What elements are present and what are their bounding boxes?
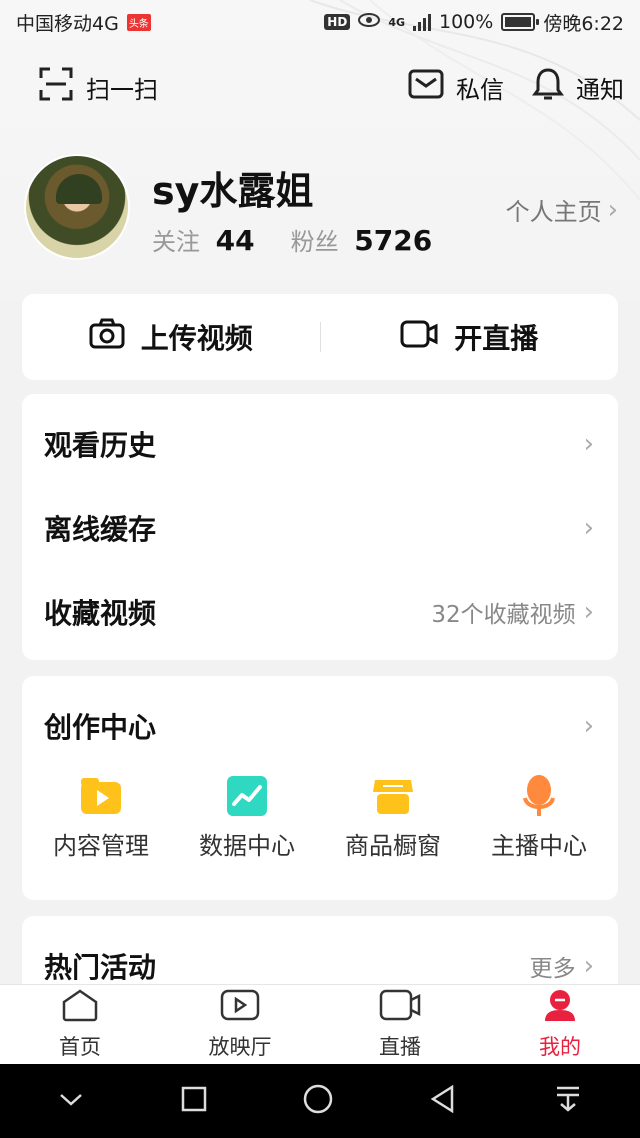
nav-label: 我的: [539, 1035, 581, 1059]
nav-home[interactable]: 首页: [20, 988, 140, 1061]
followers-stat[interactable]: 粉丝 5726: [291, 222, 433, 257]
mail-icon: [408, 69, 444, 105]
message-button[interactable]: 私信: [408, 66, 504, 108]
home-icon: [61, 988, 99, 1027]
user-name: sy水露姐: [152, 169, 314, 213]
carrier-badge: 头条: [126, 13, 151, 31]
nav-label: 直播: [379, 1035, 421, 1059]
hd-icon: HD: [324, 14, 351, 30]
offline-row[interactable]: 离线缓存 ›: [22, 486, 618, 570]
live-camera-icon: [400, 319, 438, 356]
top-actions: 扫一扫 私信 通知: [0, 60, 640, 114]
nav-me[interactable]: 我的: [500, 988, 620, 1061]
following-stat[interactable]: 关注 44: [152, 222, 255, 257]
tool-label: 内容管理: [53, 832, 149, 860]
system-nav-bar: [0, 1064, 640, 1138]
chevron-right-icon: ›: [583, 429, 594, 459]
tool-label: 主播中心: [491, 832, 587, 860]
tool-label: 数据中心: [199, 832, 295, 860]
shop-icon: [371, 776, 415, 816]
chevron-right-icon: ›: [583, 513, 594, 543]
notify-button[interactable]: 通知: [532, 66, 624, 108]
clock: 傍晚6:22: [543, 12, 624, 35]
camera-icon: [89, 318, 125, 357]
tool-content-management[interactable]: 内容管理: [31, 776, 171, 861]
followers-count: 5726: [354, 224, 433, 257]
battery-percent: 100%: [439, 11, 494, 33]
upload-video-button[interactable]: 上传视频: [22, 317, 320, 357]
nav-theater[interactable]: 放映厅: [180, 988, 300, 1061]
go-live-button[interactable]: 开直播: [321, 317, 619, 357]
offline-label: 离线缓存: [44, 513, 157, 546]
notification-pull-icon[interactable]: [553, 1084, 583, 1118]
chevron-down-icon[interactable]: [57, 1089, 85, 1113]
back-triangle-icon[interactable]: [428, 1084, 458, 1118]
carrier-text: 中国移动4G: [16, 12, 119, 35]
signal-icon: [413, 13, 431, 31]
following-label: 关注: [152, 228, 200, 256]
microphone-icon: [517, 775, 561, 816]
avatar[interactable]: [24, 154, 130, 260]
status-bar: 中国移动4G 头条 HD 4G 100% 傍晚6:22: [0, 0, 640, 44]
library-card: 观看历史 › 离线缓存 › 收藏视频 32个收藏视频 ›: [22, 394, 618, 660]
tool-data-center[interactable]: 数据中心: [177, 776, 317, 861]
create-actions-card: 上传视频 开直播: [22, 294, 618, 380]
more-link[interactable]: 更多: [530, 949, 576, 983]
play-screen-icon: [220, 988, 260, 1027]
tool-label: 商品橱窗: [345, 832, 441, 860]
nav-label: 首页: [59, 1035, 101, 1059]
battery-icon: [501, 13, 540, 31]
chevron-right-icon: ›: [607, 194, 618, 225]
chart-trend-icon: [225, 776, 269, 816]
history-row[interactable]: 观看历史 ›: [22, 402, 618, 486]
chevron-right-icon: ›: [583, 597, 594, 627]
network-type: 4G: [388, 15, 405, 29]
tool-shop-window[interactable]: 商品橱窗: [323, 776, 463, 861]
scan-icon: [38, 66, 74, 108]
message-label: 私信: [456, 75, 504, 104]
home-circle-icon[interactable]: [302, 1083, 334, 1119]
eye-icon: [358, 11, 381, 33]
bell-icon: [532, 66, 564, 108]
recent-apps-icon[interactable]: [180, 1085, 208, 1117]
bottom-nav: 首页 放映厅 直播 我的: [0, 984, 640, 1064]
upload-label: 上传视频: [140, 322, 253, 355]
scan-label: 扫一扫: [86, 75, 158, 104]
tool-streamer-center[interactable]: 主播中心: [469, 775, 609, 861]
favorites-row[interactable]: 收藏视频 32个收藏视频 ›: [22, 570, 618, 654]
video-camera-icon: [379, 988, 421, 1027]
following-count: 44: [215, 224, 255, 257]
history-label: 观看历史: [44, 429, 157, 462]
nav-live[interactable]: 直播: [340, 988, 460, 1061]
user-icon: [542, 988, 578, 1027]
chevron-right-icon: ›: [583, 951, 594, 981]
creator-center-card: 创作中心 › 内容管理 数据中心 商品橱窗 主播中心: [22, 676, 618, 900]
content-play-icon: [79, 776, 123, 816]
creator-center-header[interactable]: 创作中心 ›: [22, 676, 618, 776]
homepage-link[interactable]: 个人主页 ›: [506, 192, 618, 227]
creator-center-title: 创作中心: [44, 711, 157, 744]
followers-label: 粉丝: [290, 228, 339, 256]
homepage-label: 个人主页: [505, 198, 602, 226]
chevron-right-icon: ›: [583, 711, 594, 741]
hot-events-title: 热门活动: [44, 951, 157, 984]
favorites-label: 收藏视频: [44, 597, 157, 630]
nav-label: 放映厅: [208, 1035, 272, 1059]
scan-button[interactable]: 扫一扫: [38, 66, 158, 108]
favorites-count: 32个收藏视频: [431, 602, 576, 628]
notify-label: 通知: [576, 75, 624, 104]
profile-stats: 关注 44 粉丝 5726: [152, 222, 432, 257]
live-label: 开直播: [454, 322, 539, 355]
